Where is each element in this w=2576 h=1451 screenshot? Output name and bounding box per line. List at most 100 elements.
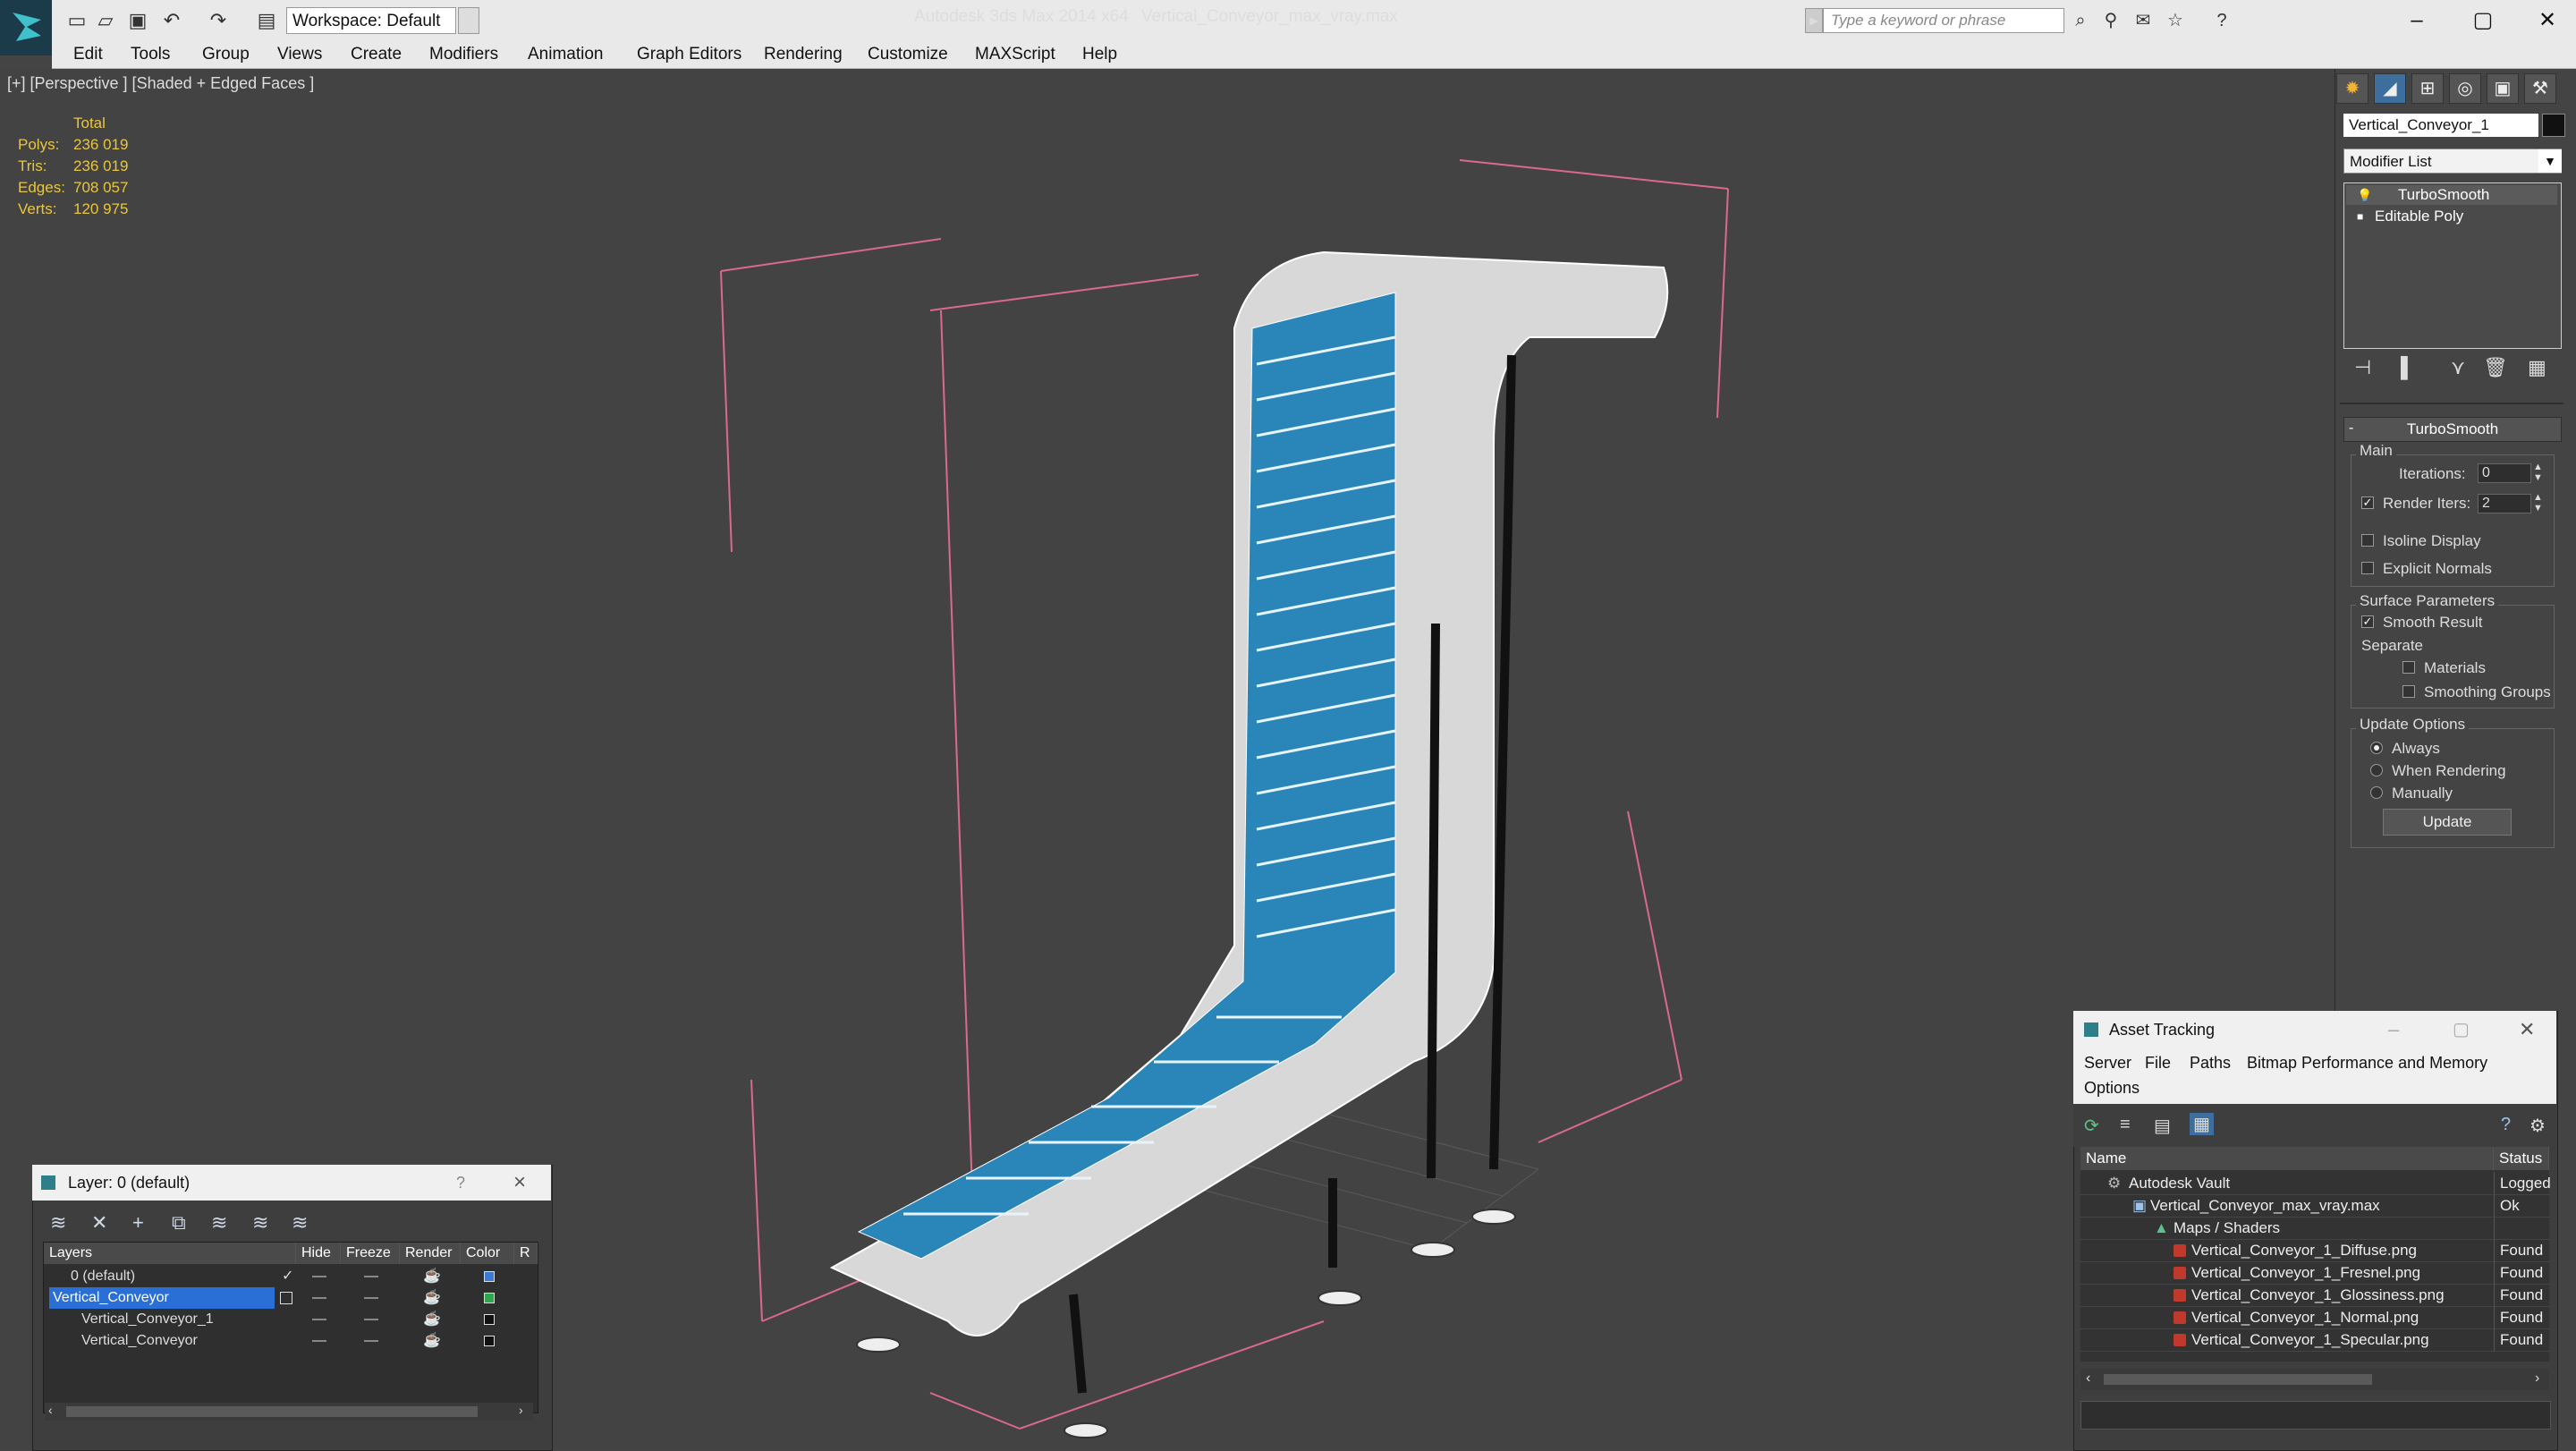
scroll-left-icon[interactable]: ‹	[48, 1403, 53, 1417]
asset-row[interactable]: Vertical_Conveyor_1_Normal.png Found	[2080, 1306, 2549, 1329]
layer-row[interactable]: Vertical_Conveyor ☕	[44, 1287, 538, 1309]
layer-row[interactable]: 0 (default) ✓ ☕	[44, 1266, 538, 1287]
asset-row[interactable]: Vertical_Conveyor_1_Glossiness.png Found	[2080, 1284, 2549, 1307]
open-file-icon[interactable]: ▱	[93, 9, 118, 32]
column-header[interactable]: Layers	[44, 1243, 296, 1264]
always-radio[interactable]	[2370, 742, 2383, 754]
menu-tools[interactable]: Tools	[131, 45, 170, 64]
stack-item-editable-poly[interactable]: ■ Editable Poly	[2346, 207, 2557, 226]
freeze-toggle[interactable]	[364, 1276, 378, 1277]
redo-icon[interactable]: ↷	[206, 9, 231, 32]
minimize-button[interactable]: –	[2388, 1011, 2399, 1048]
menu-create[interactable]: Create	[351, 45, 402, 64]
scroll-right-icon[interactable]: ›	[2535, 1370, 2539, 1387]
menu-server[interactable]: Server	[2084, 1054, 2131, 1073]
search-input[interactable]: Type a keyword or phrase	[1823, 8, 2064, 33]
select-objects-icon[interactable]: ⧉	[172, 1211, 186, 1235]
search-expand-icon[interactable]: ▶	[1805, 8, 1823, 33]
layer-dialog-titlebar[interactable]: Layer: 0 (default) ? ×	[32, 1165, 551, 1201]
column-header[interactable]: R	[514, 1243, 538, 1264]
scroll-thumb[interactable]	[2104, 1374, 2372, 1385]
help-button[interactable]: ?	[456, 1165, 465, 1201]
settings-icon[interactable]: ⚙	[2529, 1115, 2546, 1137]
spinner-arrows-icon[interactable]: ▲ ▼	[2533, 492, 2543, 513]
minimize-button[interactable]: –	[2390, 4, 2444, 38]
layer-row[interactable]: Vertical_Conveyor ☕	[44, 1330, 538, 1352]
smoothing-groups-checkbox[interactable]	[2402, 685, 2415, 698]
maximize-button[interactable]: ▢	[2456, 4, 2510, 38]
column-header[interactable]: Freeze	[341, 1243, 400, 1264]
iterations-spinner[interactable]: 0	[2478, 463, 2531, 483]
menu-edit[interactable]: Edit	[73, 45, 103, 64]
asset-row[interactable]: Vertical_Conveyor_1_Specular.png Found	[2080, 1328, 2549, 1352]
help-icon[interactable]: ?	[2209, 9, 2234, 32]
communication-icon[interactable]: ✉	[2131, 9, 2156, 32]
maximize-button[interactable]: ▢	[2453, 1011, 2470, 1048]
configure-sets-icon[interactable]: ▦	[2528, 356, 2546, 379]
when-rendering-radio[interactable]	[2370, 764, 2383, 776]
menu-animation[interactable]: Animation	[528, 45, 604, 64]
chevron-down-icon[interactable]: ▼	[2538, 149, 2562, 173]
asset-row[interactable]: ▲ Maps / Shaders	[2080, 1217, 2549, 1240]
modifier-list-dropdown[interactable]: Modifier List	[2343, 148, 2562, 174]
remove-modifier-icon[interactable]: 🗑	[2483, 356, 2508, 379]
collapse-icon[interactable]: -	[2349, 420, 2353, 437]
layer-color-swatch[interactable]	[484, 1314, 495, 1325]
current-layer-box[interactable]	[280, 1292, 292, 1304]
column-header[interactable]: Hide	[296, 1243, 341, 1264]
hide-toggle[interactable]	[312, 1319, 326, 1320]
create-tab-icon[interactable]: ✹	[2336, 73, 2368, 104]
turbosmooth-rollout-header[interactable]: TurboSmooth	[2343, 417, 2562, 442]
list-view-icon[interactable]: ≡	[2120, 1115, 2131, 1135]
render-teapot-icon[interactable]: ☕	[423, 1287, 441, 1309]
viewport-label[interactable]: [+] [Perspective ] [Shaded + Edged Faces…	[7, 74, 314, 93]
smooth-result-checkbox[interactable]: ✓	[2361, 615, 2374, 628]
render-iters-spinner[interactable]: 2	[2478, 494, 2531, 513]
motion-tab-icon[interactable]: ◎	[2449, 73, 2481, 104]
object-name-input[interactable]: Vertical_Conveyor_1	[2343, 114, 2538, 137]
layer-color-swatch[interactable]	[484, 1271, 495, 1282]
column-header[interactable]: Status	[2494, 1147, 2549, 1170]
manually-radio[interactable]	[2370, 786, 2383, 799]
explicit-normals-checkbox[interactable]	[2361, 562, 2374, 574]
add-selected-icon[interactable]: +	[132, 1211, 144, 1235]
detail-view-icon[interactable]: ▤	[2154, 1115, 2171, 1137]
freeze-toggle[interactable]	[364, 1297, 378, 1299]
column-header[interactable]: Name	[2080, 1147, 2494, 1170]
render-teapot-icon[interactable]: ☕	[423, 1309, 441, 1330]
column-header[interactable]: Render	[400, 1243, 461, 1264]
hide-toggle[interactable]	[312, 1276, 326, 1277]
menu-bitmap-performance[interactable]: Bitmap Performance and Memory	[2247, 1054, 2487, 1073]
create-layer-icon[interactable]: ≋	[50, 1211, 66, 1235]
menu-modifiers[interactable]: Modifiers	[429, 45, 498, 64]
hide-toggle[interactable]	[312, 1297, 326, 1299]
asset-dialog-titlebar[interactable]: Asset Tracking – ▢ ✕	[2073, 1011, 2556, 1048]
chevron-down-icon[interactable]: ▼	[458, 7, 479, 34]
column-header[interactable]: Color	[461, 1243, 514, 1264]
display-tab-icon[interactable]: ▣	[2487, 73, 2519, 104]
hide-toggle[interactable]	[312, 1340, 326, 1342]
isoline-display-checkbox[interactable]	[2361, 534, 2374, 547]
freeze-toggle[interactable]	[364, 1340, 378, 1342]
layer-color-swatch[interactable]	[484, 1293, 495, 1303]
stack-item-turbosmooth[interactable]: 💡 TurboSmooth	[2346, 185, 2557, 205]
object-color-swatch[interactable]	[2542, 114, 2565, 137]
layer-color-swatch[interactable]	[484, 1336, 495, 1346]
freeze-toggle[interactable]	[364, 1319, 378, 1320]
scroll-right-icon[interactable]: ›	[519, 1403, 523, 1417]
menu-maxscript[interactable]: MAXScript	[975, 45, 1055, 64]
subscription-icon[interactable]: ⚲	[2098, 9, 2123, 32]
vault-help-icon[interactable]: ?	[2501, 1115, 2511, 1135]
new-file-icon[interactable]: ▭	[64, 9, 89, 32]
modify-tab-icon[interactable]: ◢	[2374, 73, 2406, 104]
menu-file[interactable]: File	[2145, 1054, 2171, 1073]
binoculars-icon[interactable]: ⌕	[2068, 9, 2093, 32]
close-button[interactable]: ×	[513, 1165, 526, 1201]
asset-row[interactable]: ▣ Vertical_Conveyor_max_vray.max Ok	[2080, 1194, 2549, 1218]
favorites-star-icon[interactable]: ☆	[2163, 9, 2188, 32]
menu-help[interactable]: Help	[1082, 45, 1117, 64]
close-button[interactable]: ✕	[2519, 1011, 2535, 1048]
asset-row[interactable]: ⚙ Autodesk Vault Logged	[2080, 1172, 2551, 1195]
lightbulb-icon[interactable]: 💡	[2357, 185, 2372, 205]
pin-stack-icon[interactable]: ⊣	[2354, 356, 2371, 379]
